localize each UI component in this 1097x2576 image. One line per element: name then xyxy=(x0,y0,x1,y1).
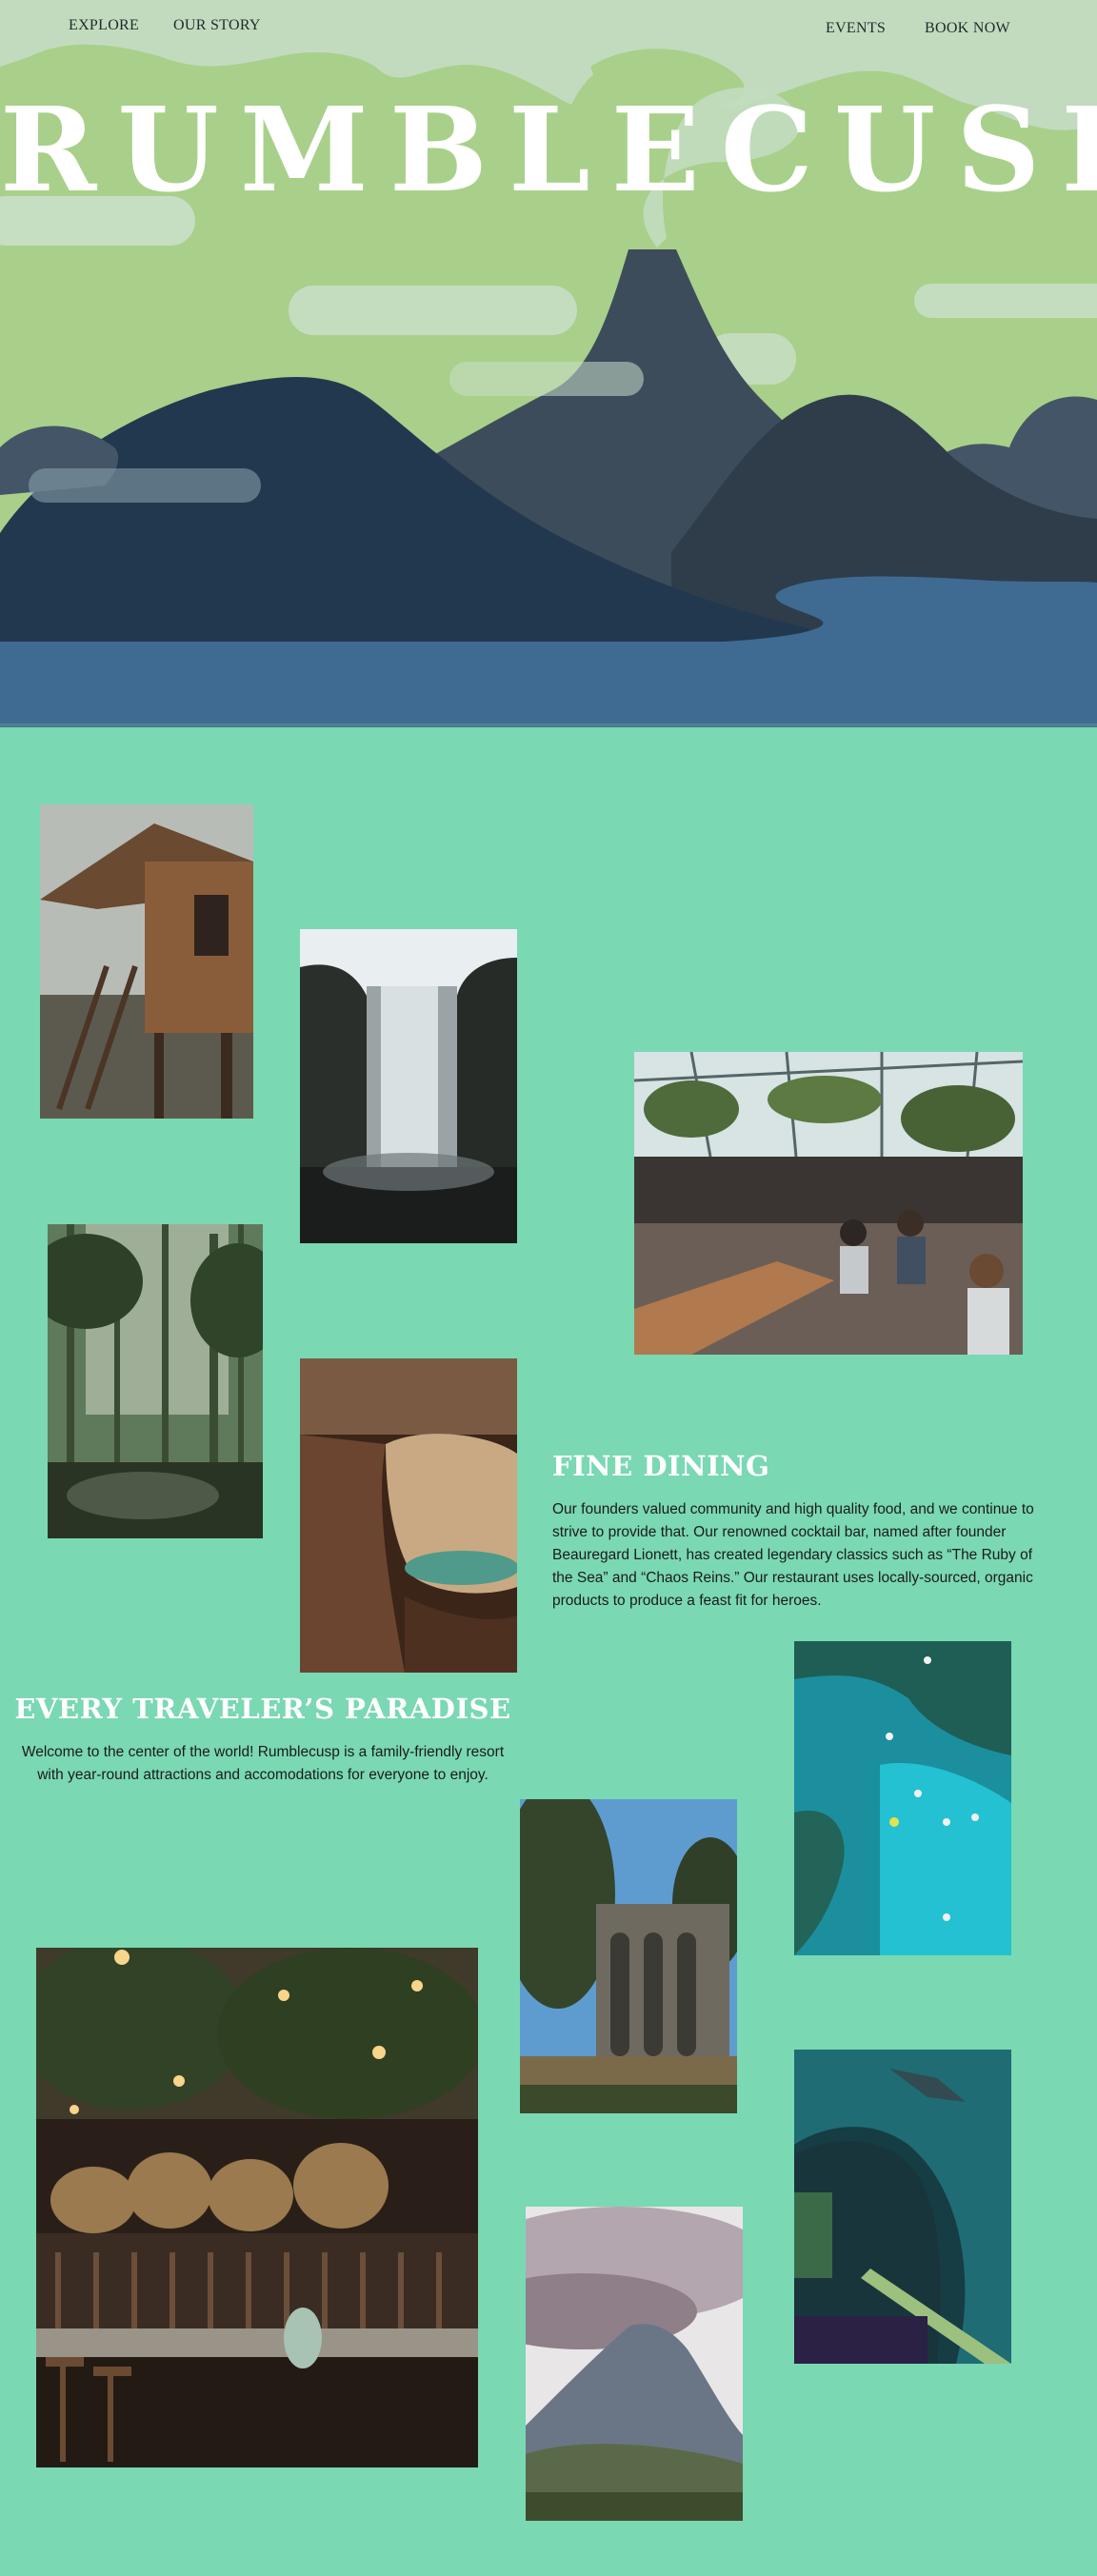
brand-title: RUMBLECUSP xyxy=(0,81,1097,218)
cave-photo xyxy=(300,1358,517,1673)
hero-banner: EXPLORE OUR STORY EVENTS BOOK NOW RUMBLE… xyxy=(0,0,1097,727)
nav-explore-link[interactable]: EXPLORE xyxy=(69,17,139,34)
volcano-photo xyxy=(526,2207,743,2521)
snorkeling-photo xyxy=(794,1641,1011,1955)
fine-dining-text: Our founders valued community and high q… xyxy=(552,1501,1034,1609)
aquarium-tunnel-photo xyxy=(794,2050,1011,2364)
ruins-photo xyxy=(520,1799,737,2113)
nav-events-link[interactable]: EVENTS xyxy=(826,20,886,37)
paradise-heading: EVERY TRAVELER’S PARADISE xyxy=(14,1693,511,1725)
treehouse-photo xyxy=(40,804,253,1119)
waterfall-photo xyxy=(300,929,517,1243)
hero-divider xyxy=(0,723,1097,729)
nav-book-now-link[interactable]: BOOK NOW xyxy=(925,20,1010,37)
cocktail-bar-photo xyxy=(36,1948,478,2467)
forest-photo xyxy=(48,1224,263,1538)
fine-dining-heading: FINE DINING xyxy=(552,1450,770,1482)
restaurant-greenhouse-photo xyxy=(634,1052,1023,1355)
nav-our-story-link[interactable]: OUR STORY xyxy=(173,17,261,34)
paradise-text: Welcome to the center of the world! Rumb… xyxy=(21,1744,505,1783)
